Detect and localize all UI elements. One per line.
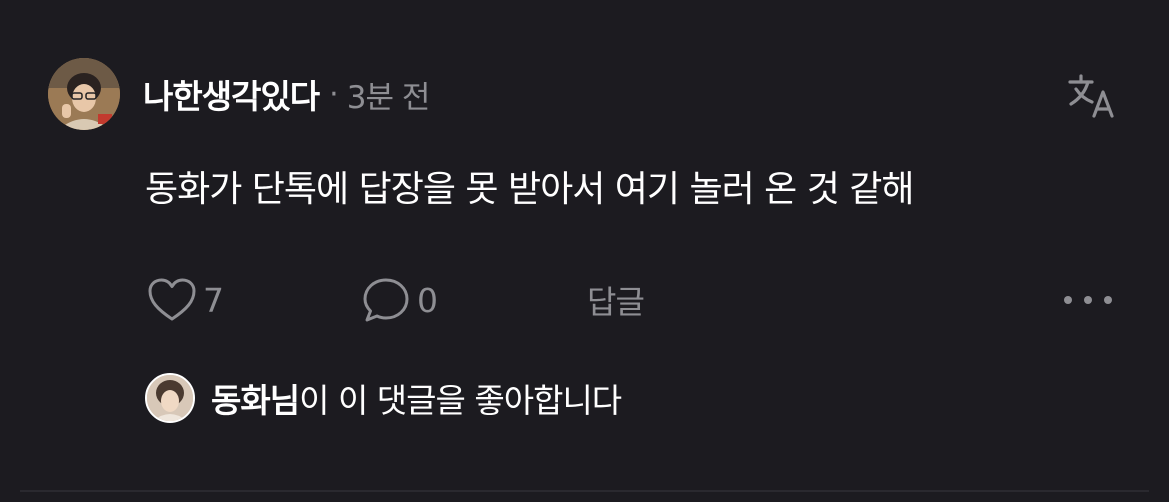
translate-button[interactable] bbox=[1064, 68, 1118, 122]
reply-label: 답글 bbox=[587, 283, 645, 321]
comment-body: 동화가 단톡에 답장을 못 받아서 여기 놀러 온 것 같해 bbox=[145, 169, 915, 210]
divider bbox=[20, 490, 1149, 492]
liker-avatar[interactable] bbox=[145, 373, 195, 423]
liked-by-row: 동화님 이 이 댓글을 좋아합니다 bbox=[145, 370, 622, 426]
comment-bubble-icon bbox=[363, 278, 409, 322]
liker-avatar-photo bbox=[147, 375, 193, 421]
comment-timestamp: 3분 전 bbox=[346, 79, 431, 116]
comment-actions: 7 0 답글 bbox=[145, 272, 1120, 328]
separator-dot: · bbox=[329, 76, 339, 112]
liker-name[interactable]: 동화님 bbox=[211, 374, 300, 422]
heart-icon bbox=[148, 278, 196, 321]
translate-icon bbox=[1068, 74, 1114, 118]
liked-by-text: 이 이 댓글을 좋아합니다 bbox=[299, 381, 622, 420]
username[interactable]: 나한생각있다 bbox=[143, 70, 320, 118]
like-count: 7 bbox=[203, 280, 224, 320]
user-avatar[interactable] bbox=[48, 58, 120, 130]
reply-button[interactable]: 답글 bbox=[587, 272, 645, 328]
comment-header: 나한생각있다 · 3분 전 bbox=[143, 74, 431, 117]
comment-button[interactable]: 0 bbox=[361, 272, 438, 328]
more-options-button[interactable] bbox=[1060, 272, 1116, 328]
comment-count: 0 bbox=[417, 280, 438, 320]
user-avatar-photo bbox=[48, 58, 120, 130]
more-horizontal-icon bbox=[1064, 296, 1112, 304]
like-button[interactable]: 7 bbox=[147, 272, 224, 328]
